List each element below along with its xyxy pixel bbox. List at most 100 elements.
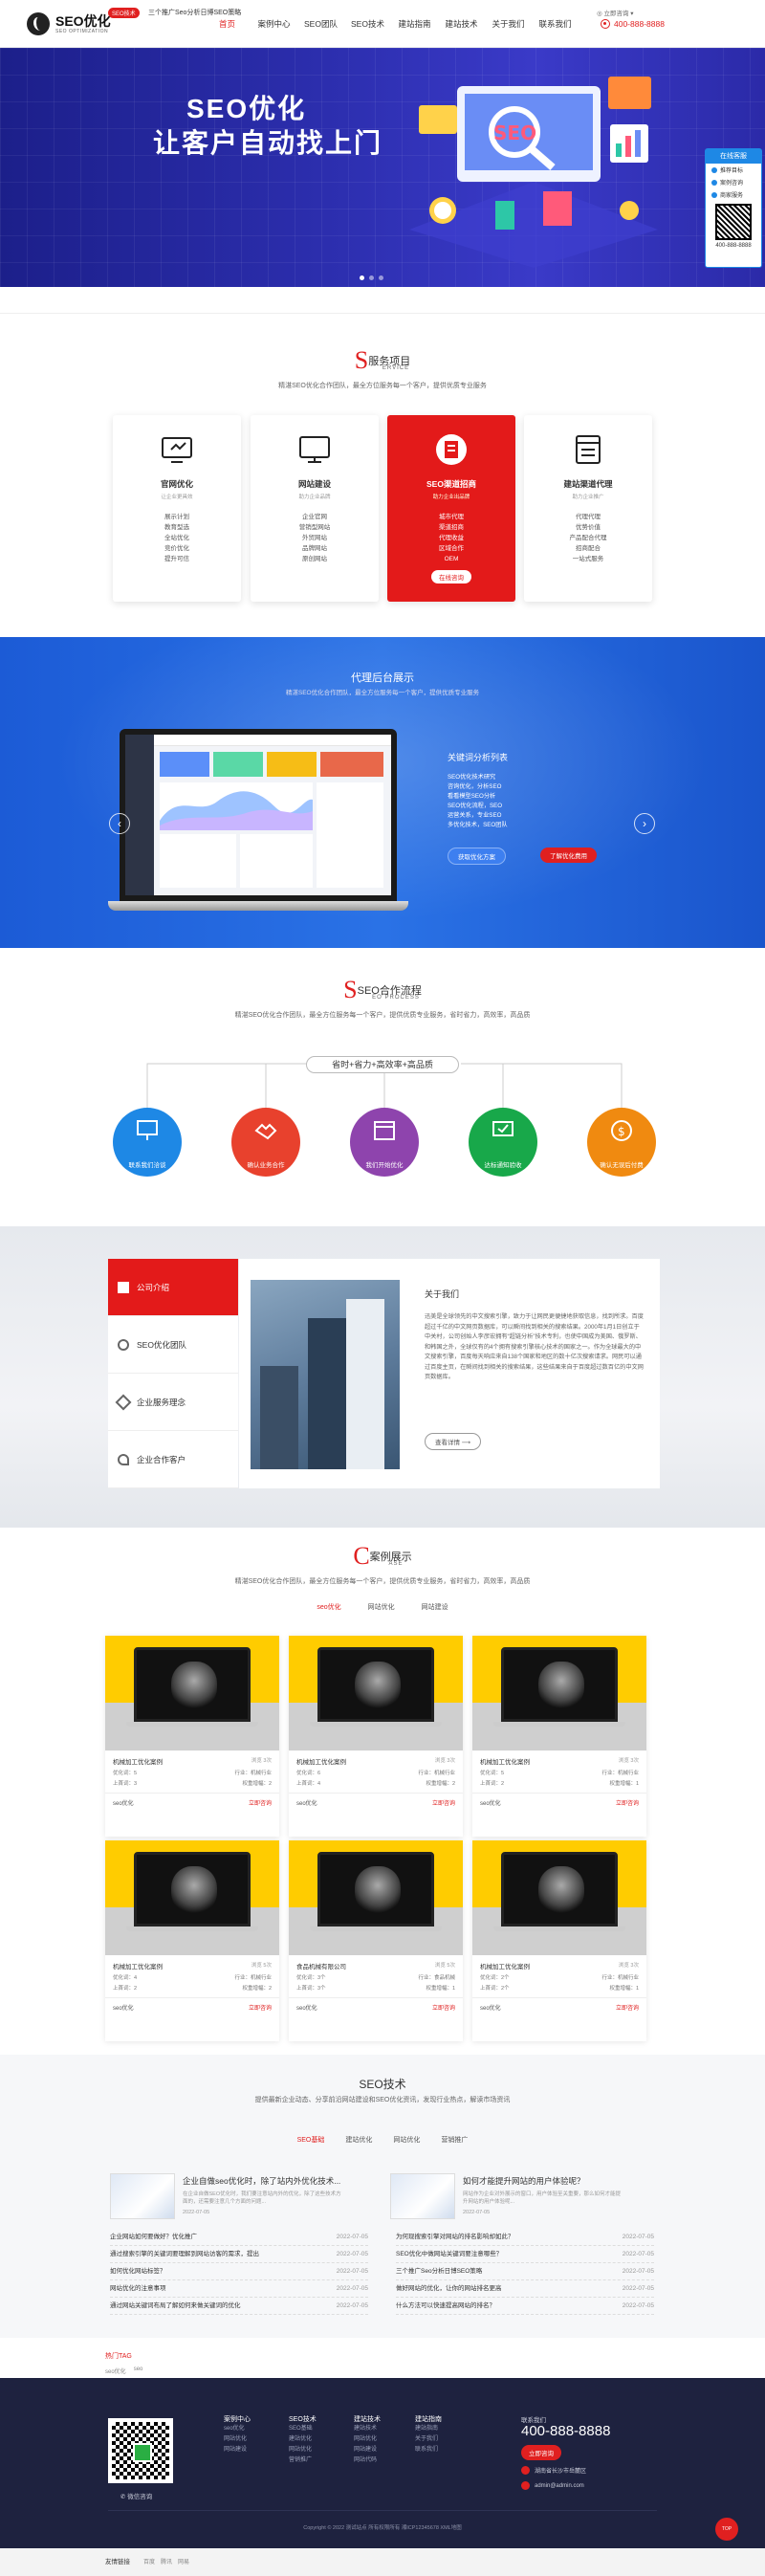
article-row[interactable]: 企业网站如何要做好？优化推广 2022-07-05 [110,2229,368,2246]
footer-link[interactable]: 网站优化 [354,2434,381,2445]
agent-section-title: 代理后台展示 [351,672,414,684]
back-to-top-button[interactable]: TOP [715,2518,738,2541]
footer-col: SEO技术 SEO基础 建站优化 网站优化 营销推广 [289,2414,317,2466]
nav-item-guide[interactable]: 建站指南 [391,17,438,31]
footer-link[interactable]: 网站建设 [224,2445,251,2455]
article-row[interactable]: 通过网站关键词布局了解如何来做关键词的优化 2022-07-05 [110,2298,368,2315]
tab-build-opt[interactable]: 建站优化 [345,2135,372,2145]
about-menu-company[interactable]: 公司介绍 [108,1259,238,1316]
service-consult-button[interactable]: 在线咨询 [431,570,471,583]
article-row[interactable]: 为何现搜索引擎对网站的排名影响却如此？ 2022-07-05 [396,2229,654,2246]
tag-link[interactable]: seo [134,2367,143,2375]
article-row[interactable]: 网站优化的注意事项 2022-07-05 [110,2280,368,2298]
article-list-right: 为何现搜索引擎对网站的排名影响却如此？ 2022-07-05 SEO优化中做网站关… [396,2229,654,2315]
qr-caption: ✆ 微信咨询 [120,2494,153,2500]
next-arrow-icon[interactable]: › [634,813,655,834]
tag-link[interactable]: seo优化 [105,2367,126,2375]
case-consult-link[interactable]: 立即咨询 [249,1798,272,1807]
nav-item-contact[interactable]: 联系我们 [532,17,579,31]
news-ticker [0,289,765,314]
case-card[interactable]: 机械加工优化案例 浏览 5次 优化词：4 行业：机械行业 上首词：2 权重增幅：2 s… [105,1840,279,2041]
get-plan-button[interactable]: 获取优化方案 [448,848,506,865]
nav-item-about[interactable]: 关于我们 [485,17,532,31]
service-item[interactable]: 案例咨询 [706,176,761,188]
service-item[interactable]: 推荐目标 [706,164,761,176]
case-consult-link[interactable]: 立即咨询 [432,1798,455,1807]
banner-dot[interactable] [360,275,364,280]
article-row[interactable]: 通过搜索引擎的关键词要理解到网站访客的需求，提出 2022-07-05 [110,2246,368,2263]
tab-seo[interactable]: seo优化 [317,1602,340,1612]
learn-price-button[interactable]: 了解优化费用 [540,848,597,863]
footer-consult-button[interactable]: 立即咨询 [521,2445,561,2460]
tab-marketing[interactable]: 营销推广 [441,2135,468,2145]
news-tag: SEO技术 [108,8,140,18]
banner-pagination [360,275,383,280]
footer-link[interactable]: 建站指南 [415,2424,442,2434]
footer-link[interactable]: 网站代码 [354,2455,381,2466]
footer-link[interactable]: 关于我们 [415,2434,442,2445]
footer-link[interactable]: 联系我们 [415,2445,442,2455]
nav-item-build-tech[interactable]: 建站技术 [438,17,485,31]
article-row[interactable]: 三个推广Seo分析日博SEO策略 2022-07-05 [396,2263,654,2280]
banner-subtitle: 让客户自动找上门 [153,128,383,158]
footer-link[interactable]: 营销推广 [289,2455,317,2466]
service-card-channel[interactable]: SEO渠道招商 助力企业出品牌 城市代理 渠道招商 代理收益 区域合作 OEM 在线咨询 [387,415,515,602]
banner-dot[interactable] [379,275,383,280]
footer-link[interactable]: 网站建设 [354,2445,381,2455]
friend-link[interactable]: 百度 [143,2557,155,2565]
header-phone[interactable]: 400-888-8888 [601,17,665,31]
banner-title: SEO优化 [186,94,307,123]
case-consult-link[interactable]: 立即咨询 [432,2003,455,2012]
case-card[interactable]: 食品机械有限公司 浏览 5次 优化词：3个 行业：食品机械 上首词：3个 权重增幅：1… [289,1840,463,2041]
about-menu-philosophy[interactable]: 企业服务理念 [108,1374,238,1431]
service-item[interactable]: 商家服务 [706,188,761,201]
footer-link[interactable]: 网站优化 [289,2445,317,2455]
tab-site-opt[interactable]: 网站优化 [368,1602,395,1612]
tab-site-build[interactable]: 网站建设 [422,1602,448,1612]
news-more-link[interactable]: ◎ 立即咨询 ▾ [597,8,634,17]
news-ticker-text[interactable]: 三个推广Seo分析日博SEO策略 [148,8,241,17]
case-card[interactable]: 机械加工优化案例 浏览 3次 优化词：2个 行业：机械行业 上首词：2个 权重增幅：1… [472,1840,646,2041]
footer-link[interactable]: 建站优化 [289,2434,317,2445]
banner-dot[interactable] [369,275,374,280]
cases-tabs: seo优化 网站优化 网站建设 [0,1602,765,1612]
tab-web-opt[interactable]: 网站优化 [393,2135,420,2145]
process-step-label: 确认无误后付费 [600,1162,644,1169]
nav-item-team[interactable]: SEO团队 [297,17,344,31]
service-card-website[interactable]: 网站建设 助力企业品牌 企业官网 营销型网站 外贸网站 品牌网站 原创网站 [251,415,379,602]
footer-link[interactable]: 网站优化 [224,2434,251,2445]
case-card[interactable]: 机械加工优化案例 浏览 3次 优化词：5 行业：机械行业 上首词：3 权重增幅：2 s… [105,1636,279,1837]
online-service-widget: 在线客服 推荐目标 案例咨询 商家服务 400-888-8888 [705,148,762,268]
about-more-button[interactable]: 查看详情 ⟶ [425,1433,482,1450]
nav-item-cases[interactable]: 案例中心 [251,17,297,31]
nav-item-home[interactable]: 首页 [204,17,251,31]
article-row[interactable]: 如何优化网站标签？ 2022-07-05 [110,2263,368,2280]
case-consult-link[interactable]: 立即咨询 [616,1798,639,1807]
friend-link[interactable]: 网易 [178,2557,189,2565]
case-card[interactable]: 机械加工优化案例 浏览 3次 优化词：6 行业：机械行业 上首词：4 权重增幅：2 s… [289,1636,463,1837]
footer-email: admin@admin.com [521,2481,584,2490]
footer-link[interactable]: 建站技术 [354,2424,381,2434]
article-list-left: 企业网站如何要做好？优化推广 2022-07-05 通过搜索引擎的关键词要理解到网… [110,2229,368,2315]
case-card[interactable]: 机械加工优化案例 浏览 3次 优化词：5 行业：机械行业 上首词：2 权重增幅：1 s… [472,1636,646,1837]
friend-link[interactable]: 腾讯 [161,2557,172,2565]
check-monitor-icon [492,1121,514,1136]
article-row[interactable]: SEO优化中做网站关键词要注意哪些？ 2022-07-05 [396,2246,654,2263]
article-row[interactable]: 什么方法可以快速提高网站的排名？ 2022-07-05 [396,2298,654,2315]
prev-arrow-icon[interactable]: ‹ [109,813,130,834]
about-menu-team[interactable]: SEO优化团队 [108,1316,238,1374]
footer-link[interactable]: seo优化 [224,2424,251,2434]
case-consult-link[interactable]: 立即咨询 [616,2003,639,2012]
service-card-official[interactable]: 官网优化 让企业更具效 展示计划 教育型选 全站优化 竞价优化 提升可信 [113,415,241,602]
footer-link[interactable]: SEO基础 [289,2424,317,2434]
tab-seo-basic[interactable]: SEO基础 [297,2135,325,2145]
featured-article[interactable]: 企业自做seo优化时，除了站内外优化技术... 在企业自做SEO优化时，我们要注意… [110,2173,345,2219]
article-row[interactable]: 做好网站的优化，让你的网站排名更高 2022-07-05 [396,2280,654,2298]
service-card-agency[interactable]: 建站渠道代理 助力企业推广 代理代理 优势价值 产品配合代理 招商配合 一站式服务 [524,415,652,602]
nav-item-seo-tech[interactable]: SEO技术 [344,17,391,31]
featured-article[interactable]: 如何才能提升网站的用户体验呢？ 网站作为企业对外展示的窗口，用户体验至关重要，那么… [390,2173,625,2219]
about-menu-clients[interactable]: 企业合作客户 [108,1431,238,1488]
case-consult-link[interactable]: 立即咨询 [249,2003,272,2012]
desktop-icon [299,436,330,463]
service-widget-title[interactable]: 在线客服 [706,149,761,164]
